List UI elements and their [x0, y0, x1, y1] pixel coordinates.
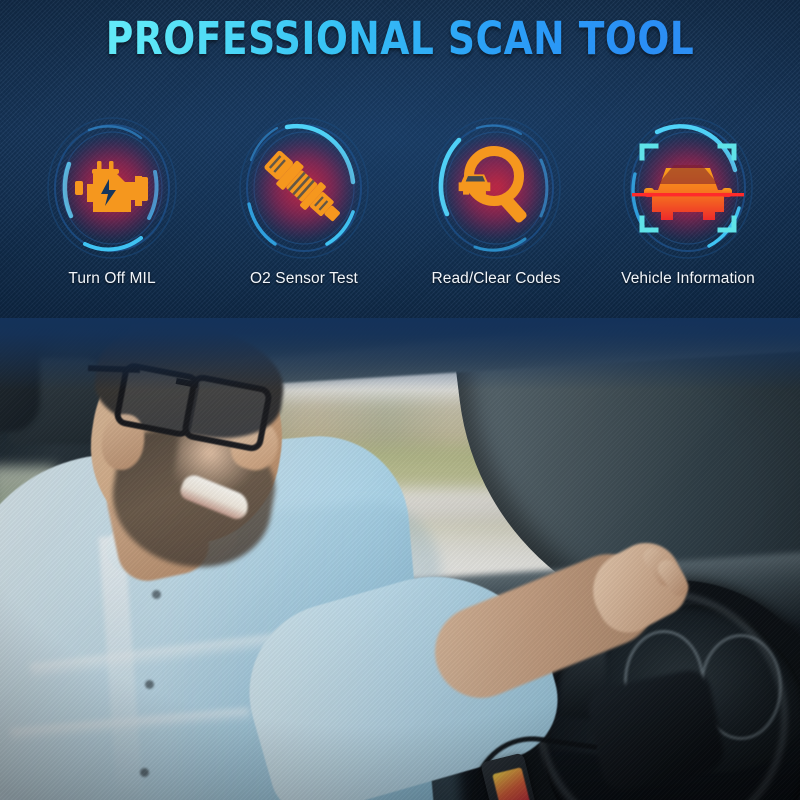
feature-dial — [229, 112, 379, 264]
photo-top-fade — [0, 318, 800, 390]
feature-dial — [613, 112, 763, 264]
feature-item-vehicle-information[interactable]: Vehicle Information — [594, 112, 782, 288]
car-scan-icon — [613, 112, 763, 264]
feature-label: Vehicle Information — [621, 270, 755, 287]
oxygen-sensor-icon — [229, 112, 379, 264]
feature-row: Turn Off MIL O2 Sensor Test Read/Clear C… — [0, 112, 800, 312]
driver-photo — [0, 318, 800, 800]
shirt-button — [152, 590, 161, 599]
feature-item-o2-sensor-test[interactable]: O2 Sensor Test — [210, 112, 398, 288]
feature-dial — [37, 112, 187, 264]
shirt-button — [145, 680, 154, 689]
page-title: PROFESSIONAL SCAN TOOL — [28, 12, 772, 65]
shirt-button — [140, 768, 149, 777]
feature-label: Read/Clear Codes — [431, 270, 561, 287]
feature-dial — [421, 112, 571, 264]
feature-item-read-clear-codes[interactable]: Read/Clear Codes — [402, 112, 590, 288]
feature-label: Turn Off MIL — [68, 270, 156, 287]
feature-label: O2 Sensor Test — [250, 270, 358, 287]
feature-item-turn-off-mil[interactable]: Turn Off MIL — [18, 112, 206, 288]
magnifier-car-icon — [421, 112, 571, 264]
promo-poster: PROFESSIONAL SCAN TOOL Turn Off MIL O2 S… — [0, 0, 800, 800]
check-engine-icon — [37, 112, 187, 264]
